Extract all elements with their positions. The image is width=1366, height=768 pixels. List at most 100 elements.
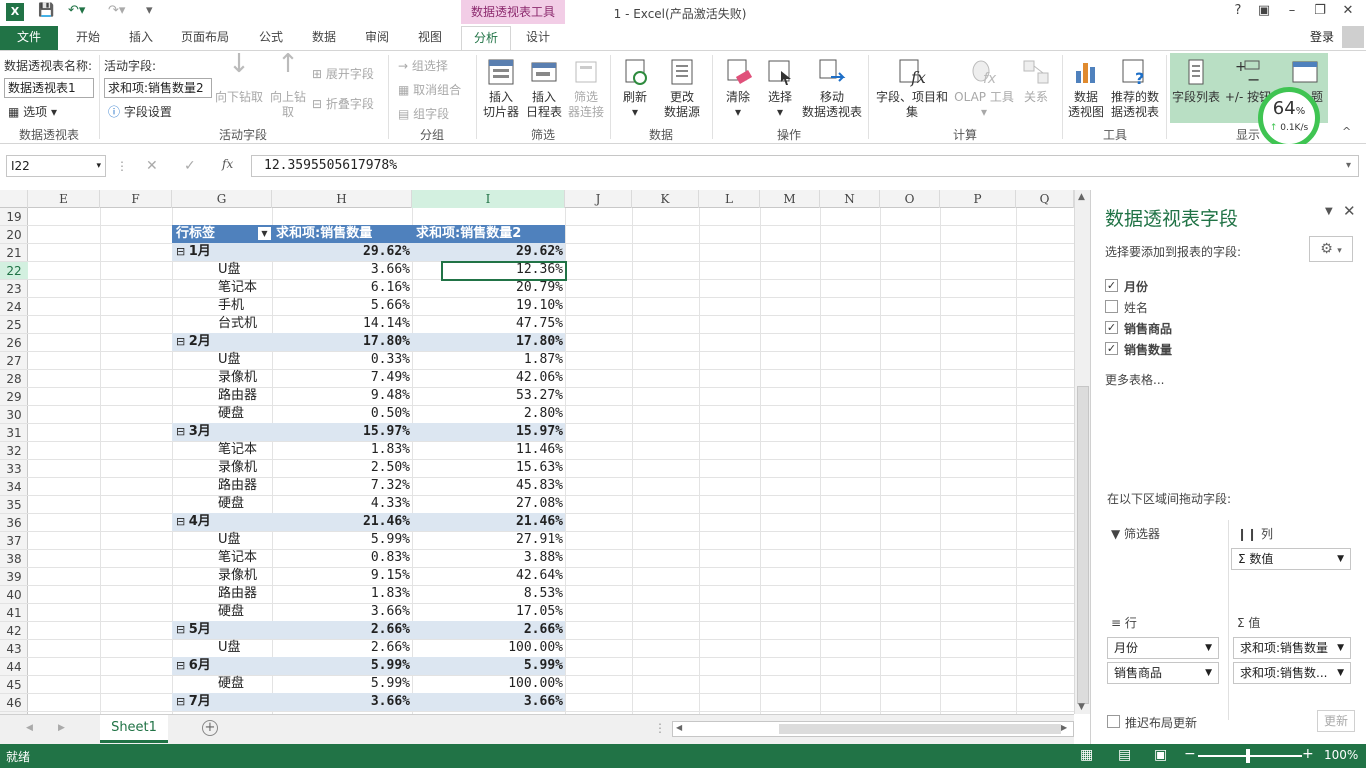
pivot-value-sum2[interactable]: 3.66% xyxy=(412,693,563,711)
column-field-dropdown[interactable]: Σ 数值 ▼ xyxy=(1231,548,1351,570)
field-label[interactable]: 销售商品 xyxy=(1124,320,1172,337)
row-header[interactable]: 23 xyxy=(0,280,28,298)
pivot-value-sum2[interactable]: 29.62% xyxy=(412,243,563,261)
row-header[interactable]: 44 xyxy=(0,658,28,676)
pivot-value-sum2[interactable]: 15.97% xyxy=(412,423,563,441)
sheet-tab-sheet1[interactable]: Sheet1 xyxy=(100,715,168,743)
customize-qat-icon[interactable]: ▾ xyxy=(146,3,153,18)
pivot-value-sum1[interactable]: 5.66% xyxy=(272,297,410,315)
collapse-group-icon[interactable]: ⊟ xyxy=(176,623,189,636)
tab-data[interactable]: 数据 xyxy=(302,26,346,50)
pivot-name-input[interactable]: 数据透视表1 xyxy=(4,78,94,98)
pivot-value-sum1[interactable]: 1.83% xyxy=(272,585,410,603)
row-header[interactable]: 29 xyxy=(0,388,28,406)
row-header[interactable]: 33 xyxy=(0,460,28,478)
pivot-value-sum2[interactable]: 45.83% xyxy=(412,477,563,495)
pivot-value-sum2[interactable]: 11.46% xyxy=(412,441,563,459)
ungroup-button[interactable]: ▦ 取消组合 xyxy=(398,81,461,98)
collapse-group-icon[interactable]: ⊟ xyxy=(176,335,189,348)
formula-input[interactable]: 12.3595505617978% xyxy=(251,155,1359,177)
pivot-value-sum2[interactable]: 100.00% xyxy=(412,639,563,657)
field-label[interactable]: 月份 xyxy=(1124,278,1148,295)
collapse-group-icon[interactable]: ⊟ xyxy=(176,659,189,672)
relationships-button[interactable]: 关系 xyxy=(1016,57,1056,105)
column-header[interactable]: O xyxy=(880,190,940,208)
pivot-value-sum1[interactable]: 2.66% xyxy=(272,639,410,657)
scroll-thumb[interactable] xyxy=(1077,386,1089,704)
pivot-value-sum1[interactable]: 1.83% xyxy=(272,441,410,459)
clear-button[interactable]: 清除 ▾ xyxy=(718,57,758,120)
sign-in-link[interactable]: 登录 xyxy=(1310,28,1334,45)
row-header[interactable]: 34 xyxy=(0,478,28,496)
pivot-value-sum1[interactable]: 4.33% xyxy=(272,495,410,513)
column-header[interactable]: N xyxy=(820,190,880,208)
close-icon[interactable]: ✕ xyxy=(1336,3,1360,23)
cancel-icon[interactable]: ✕ xyxy=(146,158,158,174)
column-header[interactable]: G xyxy=(172,190,272,208)
tab-file[interactable]: 文件 xyxy=(0,26,58,50)
tab-home[interactable]: 开始 xyxy=(66,26,110,50)
active-field-input[interactable]: 求和项:销售数量2 xyxy=(104,78,212,98)
row-header[interactable]: 21 xyxy=(0,244,28,262)
select-all-corner[interactable] xyxy=(0,190,28,208)
insert-function-icon[interactable]: fx xyxy=(222,157,233,171)
change-data-source-button[interactable]: 更改 数据源 xyxy=(656,57,708,120)
column-header[interactable]: L xyxy=(699,190,760,208)
row-header[interactable]: 30 xyxy=(0,406,28,424)
column-header[interactable]: P xyxy=(940,190,1016,208)
row-header[interactable]: 40 xyxy=(0,586,28,604)
field-checkbox[interactable] xyxy=(1105,300,1118,313)
row-header[interactable]: 26 xyxy=(0,334,28,352)
pivot-value-sum2[interactable]: 53.27% xyxy=(412,387,563,405)
group-selection-button[interactable]: → 组选择 xyxy=(398,57,448,74)
field-checkbox[interactable]: ✓ xyxy=(1105,279,1118,292)
ribbon-display-icon[interactable]: ▣ xyxy=(1252,3,1276,23)
next-sheet-icon[interactable]: ▶ xyxy=(58,723,65,733)
pivot-value-sum2[interactable]: 19.10% xyxy=(412,297,563,315)
pivot-value-sum1[interactable]: 9.15% xyxy=(272,567,410,585)
pivot-value-sum2[interactable]: 2.80% xyxy=(412,405,563,423)
row-header[interactable]: 43 xyxy=(0,640,28,658)
row-header[interactable]: 36 xyxy=(0,514,28,532)
hscroll-thumb[interactable] xyxy=(779,724,1061,734)
collapse-group-icon[interactable]: ⊟ xyxy=(176,515,189,528)
pivot-value-sum2[interactable]: 42.64% xyxy=(412,567,563,585)
pivot-value-sum1[interactable]: 15.97% xyxy=(272,423,410,441)
pivot-value-sum2[interactable]: 17.80% xyxy=(412,333,563,351)
column-header-selected[interactable]: I xyxy=(412,190,565,208)
tab-design[interactable]: 设计 xyxy=(512,26,564,50)
pivot-value-sum1[interactable]: 3.66% xyxy=(272,603,410,621)
drill-down-button[interactable]: ↓ 向下钻取 xyxy=(214,51,264,105)
field-label[interactable]: 销售数量 xyxy=(1124,341,1172,358)
pivot-value-sum2[interactable]: 8.53% xyxy=(412,585,563,603)
help-icon[interactable]: ? xyxy=(1226,3,1250,23)
tab-review[interactable]: 审阅 xyxy=(354,26,400,50)
minimize-icon[interactable]: – xyxy=(1280,3,1304,23)
pivot-value-sum2[interactable]: 3.88% xyxy=(412,549,563,567)
name-box[interactable]: I22 ▾ xyxy=(6,155,106,177)
pivot-value-sum1[interactable]: 0.50% xyxy=(272,405,410,423)
field-list-button[interactable]: 字段列表 xyxy=(1170,57,1222,105)
pivot-value-sum1[interactable]: 7.32% xyxy=(272,477,410,495)
row-header[interactable]: 31 xyxy=(0,424,28,442)
pivot-value-sum2[interactable]: 2.66% xyxy=(412,621,563,639)
pivot-value-sum2[interactable]: 5.99% xyxy=(412,657,563,675)
pivot-value-sum1[interactable]: 17.80% xyxy=(272,333,410,351)
pivot-value-sum1[interactable]: 0.83% xyxy=(272,549,410,567)
insert-slicer-button[interactable]: 插入 切片器 xyxy=(480,57,522,120)
tab-analyze[interactable]: 分析 xyxy=(461,26,511,50)
undo-icon[interactable]: ↶▾ xyxy=(68,3,85,18)
pivot-value-sum1[interactable]: 3.66% xyxy=(272,261,410,279)
scroll-up-icon[interactable]: ▲ xyxy=(1078,192,1085,202)
collapse-ribbon-icon[interactable]: ^ xyxy=(1342,125,1351,138)
column-header[interactable]: F xyxy=(100,190,172,208)
split-handle-icon[interactable]: ⋮ xyxy=(654,721,666,735)
collapse-field-button[interactable]: ⊟ 折叠字段 xyxy=(312,95,374,112)
vertical-scrollbar[interactable]: ▲ ▼ xyxy=(1074,190,1090,714)
row-header[interactable]: 28 xyxy=(0,370,28,388)
field-checkbox[interactable]: ✓ xyxy=(1105,321,1118,334)
add-sheet-icon[interactable]: + xyxy=(202,720,218,736)
page-break-view-icon[interactable]: ▣ xyxy=(1154,747,1167,763)
column-header[interactable]: Q xyxy=(1016,190,1074,208)
row-header[interactable]: 39 xyxy=(0,568,28,586)
